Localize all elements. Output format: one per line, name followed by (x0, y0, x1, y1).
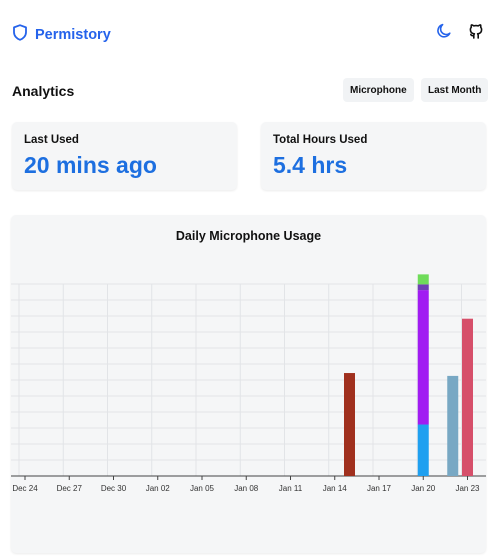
usage-chart-card: Dec 24 Dec 27 Dec 30 Jan 02 Jan 05 Jan 08 Jan … (11, 215, 486, 553)
github-icon[interactable] (466, 21, 486, 41)
app-header: Permistory (0, 0, 496, 68)
total-hours-card: Total Hours Used 5.4 hrs (261, 122, 486, 190)
bar-segment[interactable] (447, 375, 459, 476)
last-used-value: 20 mins ago (24, 152, 157, 178)
x-tick-label: Dec 30 (101, 484, 127, 493)
x-tick-label: Jan 14 (323, 484, 348, 493)
x-tick-label: Dec 27 (57, 484, 83, 493)
shield-icon (12, 24, 28, 46)
x-tick-label: Jan 08 (234, 484, 259, 493)
range-filter-button[interactable]: Last Month (421, 78, 489, 102)
source-filter-button[interactable]: Microphone (343, 78, 414, 102)
usage-chart: Dec 24 Dec 27 Dec 30 Jan 02 Jan 05 Jan 08 Jan … (11, 274, 486, 493)
total-hours-label: Total Hours Used (273, 134, 368, 146)
bar-segment[interactable] (417, 290, 429, 425)
x-tick-label: Jan 23 (455, 484, 480, 493)
last-used-card: Last Used 20 mins ago (12, 122, 237, 190)
app-name: Permistory (35, 27, 111, 43)
header-actions (434, 21, 486, 41)
bar-segment[interactable] (417, 274, 429, 285)
x-tick-label: Dec 24 (12, 484, 38, 493)
x-tick-label: Jan 20 (411, 484, 436, 493)
chart-title: Daily Microphone Usage (175, 229, 322, 243)
last-used-label: Last Used (24, 134, 79, 146)
brand[interactable]: Permistory (12, 24, 111, 46)
moon-icon[interactable] (434, 21, 454, 41)
x-tick-label: Jan 11 (279, 484, 303, 493)
bar-segment[interactable] (462, 318, 473, 476)
x-tick-label: Jan 02 (146, 484, 171, 493)
total-hours-value: 5.4 hrs (273, 152, 348, 178)
analytics-heading: Analytics (12, 83, 75, 99)
bar-segment[interactable] (344, 373, 355, 476)
bar-segment[interactable] (417, 424, 429, 476)
x-tick-label: Jan 17 (367, 484, 392, 493)
bar-segment[interactable] (417, 284, 429, 291)
x-tick-label: Jan 05 (190, 484, 215, 493)
